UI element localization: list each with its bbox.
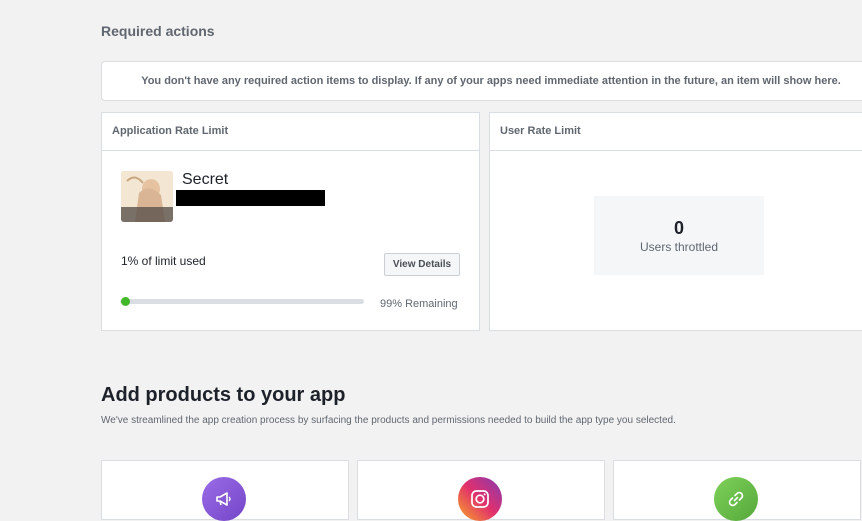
rate-limit-progress-bar — [120, 297, 364, 306]
user-rate-limit-card: User Rate Limit 0 Users throttled — [489, 112, 862, 331]
view-details-label: View Details — [392, 259, 452, 270]
product-card-link[interactable] — [613, 460, 861, 521]
required-actions-notice: You don't have any required action items… — [101, 61, 862, 101]
app-rate-limit-title: Application Rate Limit — [102, 113, 479, 151]
required-actions-title: Required actions — [101, 23, 215, 39]
limit-used-text: 1% of limit used — [121, 254, 206, 268]
user-rate-limit-title: User Rate Limit — [490, 113, 862, 151]
application-rate-limit-card: Application Rate Limit Secret 1% of limi… — [101, 112, 480, 331]
users-throttled-count: 0 — [673, 218, 684, 238]
users-throttled-box: 0 Users throttled — [594, 196, 764, 275]
product-card-marketing[interactable] — [101, 460, 349, 521]
redacted-app-id — [176, 190, 325, 206]
add-products-subtitle: We've streamlined the app creation proce… — [101, 415, 676, 426]
users-throttled-label: Users throttled — [639, 240, 719, 254]
megaphone-icon — [202, 477, 246, 521]
notice-text: You don't have any required action items… — [141, 75, 841, 87]
app-name: Secret — [182, 171, 229, 188]
progress-indicator — [121, 297, 131, 306]
view-details-button[interactable]: View Details — [384, 253, 460, 276]
link-icon — [714, 477, 758, 521]
remaining-text: 99% Remaining — [380, 298, 458, 310]
instagram-icon — [458, 477, 502, 521]
app-thumbnail — [121, 171, 173, 222]
product-card-instagram[interactable] — [357, 460, 605, 521]
add-products-title: Add products to your app — [101, 384, 346, 406]
